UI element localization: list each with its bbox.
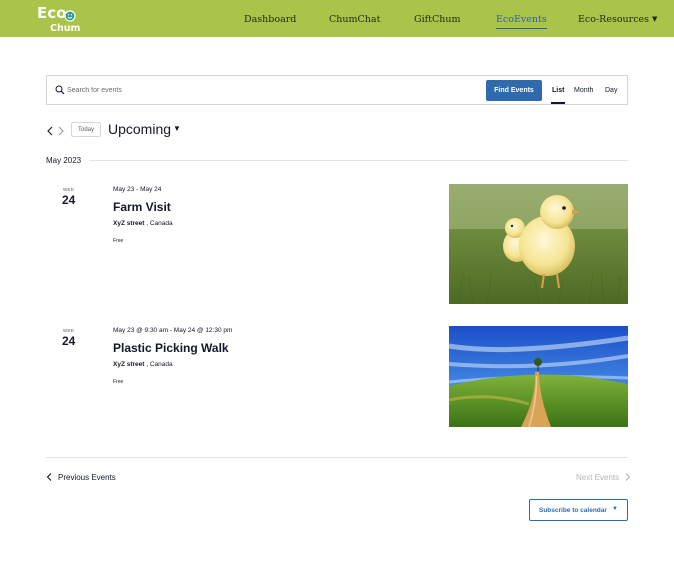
nav-eco-resources-label: Eco-Resources [578, 14, 650, 25]
today-button[interactable]: Today [71, 122, 101, 137]
event-image-chicks[interactable] [449, 184, 628, 304]
events-search-bar: Find Events List Month Day [46, 75, 628, 105]
event-venue: XyZ street , Canada [113, 220, 173, 227]
site-header: Eco Chum Dashboard ChumChat GiftChum Eco… [0, 0, 674, 37]
chevron-down-icon: ▼ [173, 124, 181, 133]
event-date-range: May 23 - May 24 [113, 186, 162, 193]
event-cost: Free [113, 238, 124, 244]
event-cost: Free [113, 379, 124, 385]
event-title[interactable]: Plastic Picking Walk [113, 341, 229, 355]
nav-eco-resources[interactable]: Eco-Resources ▼ [578, 14, 657, 25]
view-month-tab[interactable]: Month [574, 87, 593, 94]
month-separator-label: May 2023 [46, 156, 82, 165]
chevron-down-icon: ▼ [652, 15, 658, 23]
find-events-button[interactable]: Find Events [486, 80, 542, 101]
nav-dashboard[interactable]: Dashboard [244, 14, 296, 25]
month-separator-line [89, 160, 628, 161]
previous-events-label: Previous Events [58, 473, 116, 482]
event-day-number: 24 [62, 193, 76, 207]
event-location: , Canada [146, 220, 173, 227]
previous-events-link[interactable]: Previous Events [46, 473, 116, 482]
chevron-right-icon[interactable] [57, 126, 65, 136]
chevron-down-icon: ▼ [612, 506, 618, 512]
main-nav: Dashboard ChumChat GiftChum EcoEvents Ec… [0, 0, 674, 37]
event-location: , Canada [146, 361, 173, 368]
event-day-number: 24 [62, 334, 76, 348]
view-list-tab[interactable]: List [550, 87, 566, 104]
date-range-selector[interactable]: Upcoming ▼ [108, 121, 181, 137]
nav-ecoevents[interactable]: EcoEvents [496, 14, 547, 29]
nav-giftchum[interactable]: GiftChum [414, 14, 460, 25]
event-title[interactable]: Farm Visit [113, 200, 171, 214]
view-day-tab[interactable]: Day [605, 87, 617, 94]
event-weekday: WED [63, 328, 75, 333]
subscribe-label: Subscribe to calendar [539, 506, 607, 514]
bottom-divider [46, 457, 628, 458]
event-venue-name: XyZ street [113, 220, 145, 227]
search-input[interactable] [67, 81, 367, 99]
event-weekday: WED [63, 187, 75, 192]
next-events-link: Next Events [576, 473, 631, 482]
date-range-label: Upcoming [108, 121, 172, 137]
search-icon [55, 85, 65, 95]
chevron-right-icon [625, 473, 631, 481]
nav-chumchat[interactable]: ChumChat [329, 14, 380, 25]
event-image-country-road[interactable] [449, 326, 628, 427]
chevron-left-icon[interactable] [46, 126, 54, 136]
next-events-label: Next Events [576, 473, 620, 482]
event-venue: XyZ street , Canada [113, 361, 173, 368]
event-date-range: May 23 @ 9:30 am - May 24 @ 12:30 pm [113, 327, 233, 334]
event-venue-name: XyZ street [113, 361, 145, 368]
chevron-left-icon [46, 473, 52, 481]
subscribe-to-calendar-button[interactable]: Subscribe to calendar ▼ [529, 499, 628, 521]
